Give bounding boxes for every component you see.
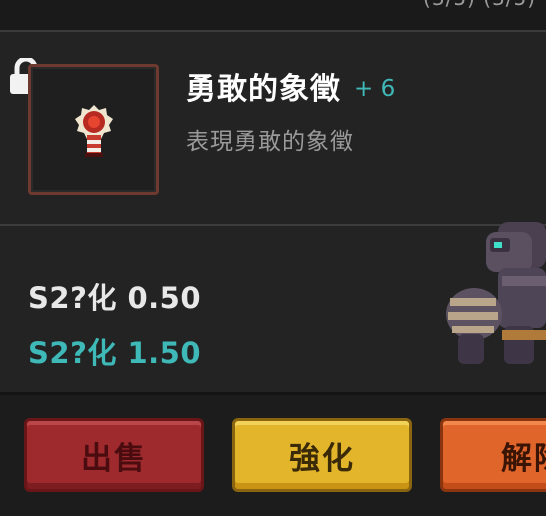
item-upgrade-level: + 6	[354, 76, 396, 102]
sell-button[interactable]: 出售	[24, 418, 204, 492]
upgrade-button-label: 強化	[289, 440, 355, 477]
unlock-button-label: 解除	[501, 440, 546, 477]
sell-button-label: 出售	[81, 440, 147, 477]
top-bar: (3/5) (3/5)	[0, 0, 546, 32]
medal-icon	[75, 105, 113, 157]
item-icon-frame[interactable]	[28, 64, 159, 195]
top-fragment-text: (3/5) (3/5)	[423, 0, 536, 10]
item-description: 表現勇敢的象徵	[186, 129, 354, 155]
item-name: 勇敢的象徵	[186, 72, 341, 107]
unlock-button[interactable]: 解除	[440, 418, 546, 492]
golem-character	[446, 222, 546, 364]
upgrade-button[interactable]: 強化	[232, 418, 412, 492]
stat-next: S2?化 1.50	[28, 336, 202, 370]
stat-current: S2?化 0.50	[28, 281, 202, 315]
